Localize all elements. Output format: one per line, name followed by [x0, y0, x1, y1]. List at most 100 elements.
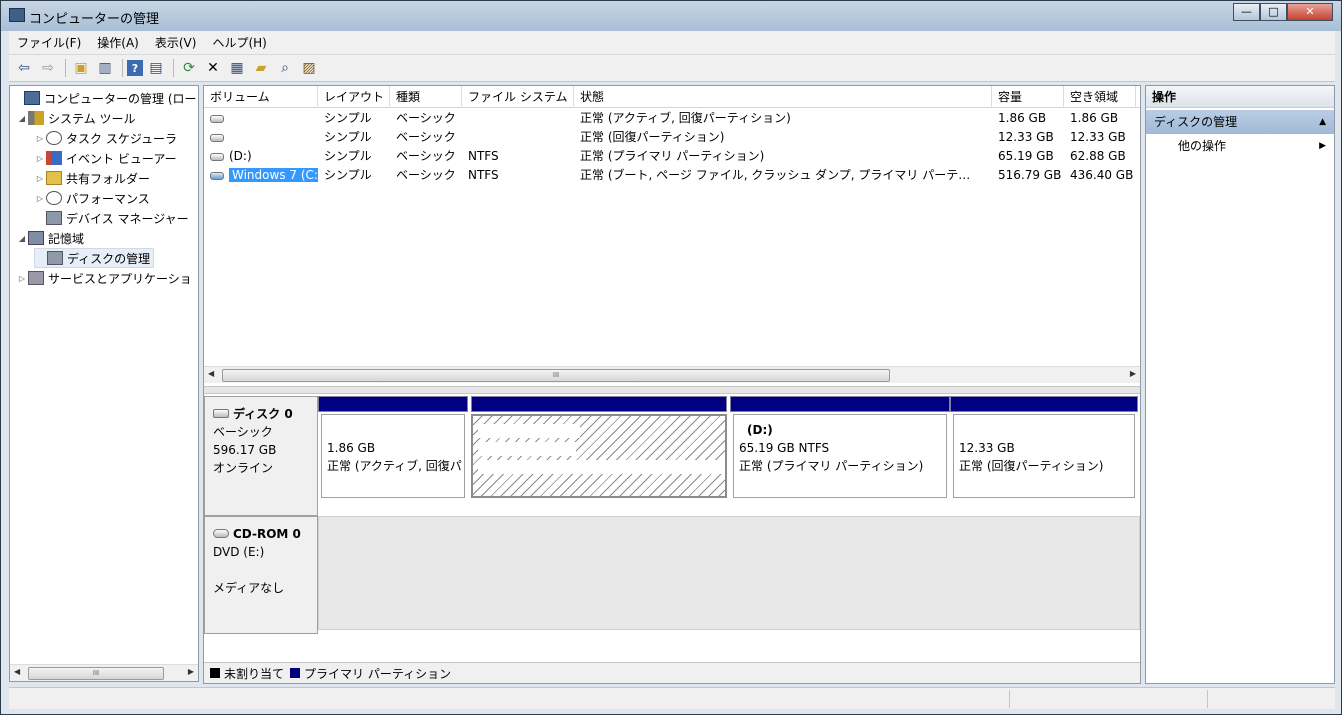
- partition-size: 516.79 GB NTFS: [478, 442, 576, 456]
- scroll-left-icon[interactable]: ◀: [208, 369, 214, 378]
- scroll-left-icon[interactable]: ◀: [14, 667, 20, 676]
- scroll-right-icon[interactable]: ▶: [188, 667, 194, 676]
- actions-pane: 操作 ディスクの管理 ▲ 他の操作 ▶: [1145, 85, 1335, 684]
- table-row[interactable]: (D:) シンプル ベーシック NTFS 正常 (プライマリ パーティション) …: [204, 147, 1140, 166]
- tree-performance[interactable]: ▷ パフォーマンス: [34, 188, 150, 208]
- column-filesystem[interactable]: ファイル システム: [462, 86, 574, 108]
- disk-0-label[interactable]: ディスク 0 ベーシック 596.17 GB オンライン: [204, 396, 318, 516]
- scroll-right-icon[interactable]: ▶: [1130, 369, 1136, 378]
- volume-free: 62.88 GB: [1070, 149, 1126, 163]
- expand-arrow-icon[interactable]: ▷: [34, 134, 46, 143]
- column-type[interactable]: 種類: [390, 86, 462, 108]
- console-tree: コンピューターの管理 (ローカ ◢ システム ツール ▷ タスク スケジューラ ▷ イ…: [9, 85, 199, 682]
- tree-event-viewer[interactable]: ▷ イベント ビューアー: [34, 148, 177, 168]
- actions-section-disk-management[interactable]: ディスクの管理 ▲: [1146, 110, 1334, 134]
- legend-unallocated: 未割り当て: [224, 666, 285, 681]
- disk-size: 596.17 GB: [213, 443, 277, 457]
- volume-icon: [210, 133, 224, 142]
- primary-partition-bar: [730, 396, 950, 412]
- column-volume[interactable]: ボリューム: [204, 86, 318, 108]
- column-layout[interactable]: レイアウト: [318, 86, 390, 108]
- actions-section-label: ディスクの管理: [1154, 115, 1238, 129]
- back-arrow-icon[interactable]: ⇦: [13, 57, 35, 79]
- volume-name: (D:): [229, 149, 252, 163]
- collapse-up-icon[interactable]: ▲: [1319, 110, 1326, 134]
- open-icon[interactable]: ▰: [250, 57, 272, 79]
- disk-management-pane: ボリューム レイアウト 種類 ファイル システム 状態 容量 空き領域 シンプル…: [203, 85, 1141, 684]
- volume-layout: シンプル: [324, 130, 372, 144]
- partition-size: 12.33 GB: [959, 441, 1015, 455]
- help-icon[interactable]: ?: [127, 60, 143, 76]
- collapse-arrow-icon[interactable]: ◢: [16, 234, 28, 243]
- volume-layout: シンプル: [324, 111, 372, 125]
- partition-d[interactable]: (D:) 65.19 GB NTFS 正常 (プライマリ パーティション): [730, 396, 950, 502]
- partition-status: 正常 (回復パーティション): [959, 459, 1104, 473]
- tree-storage[interactable]: ◢ 記憶域: [16, 228, 84, 248]
- expand-arrow-icon[interactable]: ▷: [34, 194, 46, 203]
- partition-windows-c[interactable]: Windows 7 (C:) 516.79 GB NTFS 正常 (ブート, ペ…: [468, 396, 730, 502]
- volume-type: ベーシック: [396, 149, 456, 163]
- menu-file[interactable]: ファイル(F): [9, 34, 89, 51]
- delete-icon[interactable]: ✕: [202, 57, 224, 79]
- column-capacity[interactable]: 容量: [992, 86, 1064, 108]
- disk-name: ディスク 0: [233, 407, 293, 421]
- volume-free: 436.40 GB: [1070, 168, 1134, 182]
- event-viewer-icon: [46, 151, 62, 165]
- primary-partition-bar: [471, 396, 727, 412]
- show-hide-action-icon[interactable]: ▤: [145, 57, 167, 79]
- volume-list-horizontal-scrollbar[interactable]: ◀ III ▶: [204, 366, 1140, 383]
- cdrom-0-label[interactable]: CD-ROM 0 DVD (E:) メディアなし: [204, 516, 318, 634]
- table-row[interactable]: シンプル ベーシック 正常 (アクティブ, 回復パーティション) 1.86 GB…: [204, 109, 1140, 128]
- tree-device-manager[interactable]: デバイス マネージャー: [34, 208, 189, 228]
- collapse-arrow-icon[interactable]: ◢: [16, 114, 28, 123]
- expand-arrow-icon[interactable]: ▷: [34, 174, 46, 183]
- partition-title: (D:): [747, 423, 773, 437]
- show-hide-tree-icon[interactable]: ▥: [94, 57, 116, 79]
- volume-capacity: 1.86 GB: [998, 111, 1047, 125]
- column-status[interactable]: 状態: [574, 86, 992, 108]
- volume-status: 正常 (アクティブ, 回復パーティション): [580, 111, 791, 125]
- partition-size: 65.19 GB NTFS: [739, 441, 830, 455]
- expand-arrow-icon[interactable]: ▷: [16, 274, 28, 283]
- tree-services-applications[interactable]: ▷ サービスとアプリケーショ: [16, 268, 192, 288]
- disk-icon: [47, 251, 63, 265]
- tree-services-label: サービスとアプリケーショ: [48, 271, 192, 286]
- minimize-button[interactable]: —: [1233, 3, 1260, 21]
- table-row-selected[interactable]: Windows 7 (C:) シンプル ベーシック NTFS 正常 (ブート, …: [204, 166, 1140, 185]
- volume-fs: [462, 109, 574, 128]
- tree-shared-folders[interactable]: ▷ 共有フォルダー: [34, 168, 150, 188]
- menu-help[interactable]: ヘルプ(H): [204, 34, 274, 51]
- up-folder-icon[interactable]: ▣: [70, 57, 92, 79]
- partition-recovery-active[interactable]: 1.86 GB 正常 (アクティブ, 回復パ: [318, 396, 468, 502]
- scroll-thumb[interactable]: III: [222, 369, 890, 382]
- expand-arrow-icon[interactable]: ▷: [34, 154, 46, 163]
- tree-task-scheduler-label: タスク スケジューラ: [66, 131, 177, 146]
- volume-icon: [210, 152, 224, 161]
- menu-view[interactable]: 表示(V): [147, 34, 205, 51]
- refresh-icon[interactable]: ⟳: [178, 57, 200, 79]
- tree-horizontal-scrollbar[interactable]: ◀ III ▶: [10, 664, 198, 681]
- tree-task-scheduler[interactable]: ▷ タスク スケジューラ: [34, 128, 177, 148]
- table-row[interactable]: シンプル ベーシック 正常 (回復パーティション) 12.33 GB 12.33…: [204, 128, 1140, 147]
- tree-disk-management[interactable]: ディスクの管理: [34, 248, 155, 268]
- tree-system-tools-label: システム ツール: [48, 111, 136, 126]
- more-actions[interactable]: 他の操作 ▶: [1146, 134, 1334, 158]
- pane-splitter[interactable]: [204, 386, 1140, 394]
- partition-recovery[interactable]: 12.33 GB 正常 (回復パーティション): [950, 396, 1138, 502]
- search-icon[interactable]: ⌕: [274, 57, 296, 79]
- volume-fs: NTFS: [468, 149, 499, 163]
- export-icon[interactable]: ▨: [298, 57, 320, 79]
- submenu-arrow-icon: ▶: [1319, 141, 1326, 151]
- volume-capacity: 12.33 GB: [998, 130, 1054, 144]
- scroll-thumb[interactable]: III: [28, 667, 164, 680]
- forward-arrow-icon[interactable]: ⇨: [37, 57, 59, 79]
- column-free-space[interactable]: 空き領域: [1064, 86, 1136, 108]
- tree-system-tools[interactable]: ◢ システム ツール: [16, 108, 135, 128]
- tree-root[interactable]: コンピューターの管理 (ローカ: [12, 88, 198, 108]
- volume-status: 正常 (ブート, ページ ファイル, クラッシュ ダンプ, プライマリ パーテ…: [580, 168, 971, 182]
- menu-action[interactable]: 操作(A): [89, 34, 147, 51]
- close-button[interactable]: ✕: [1287, 3, 1333, 21]
- properties-icon[interactable]: ▦: [226, 57, 248, 79]
- maximize-button[interactable]: □: [1260, 3, 1287, 21]
- legend-primary: プライマリ パーティション: [304, 666, 452, 681]
